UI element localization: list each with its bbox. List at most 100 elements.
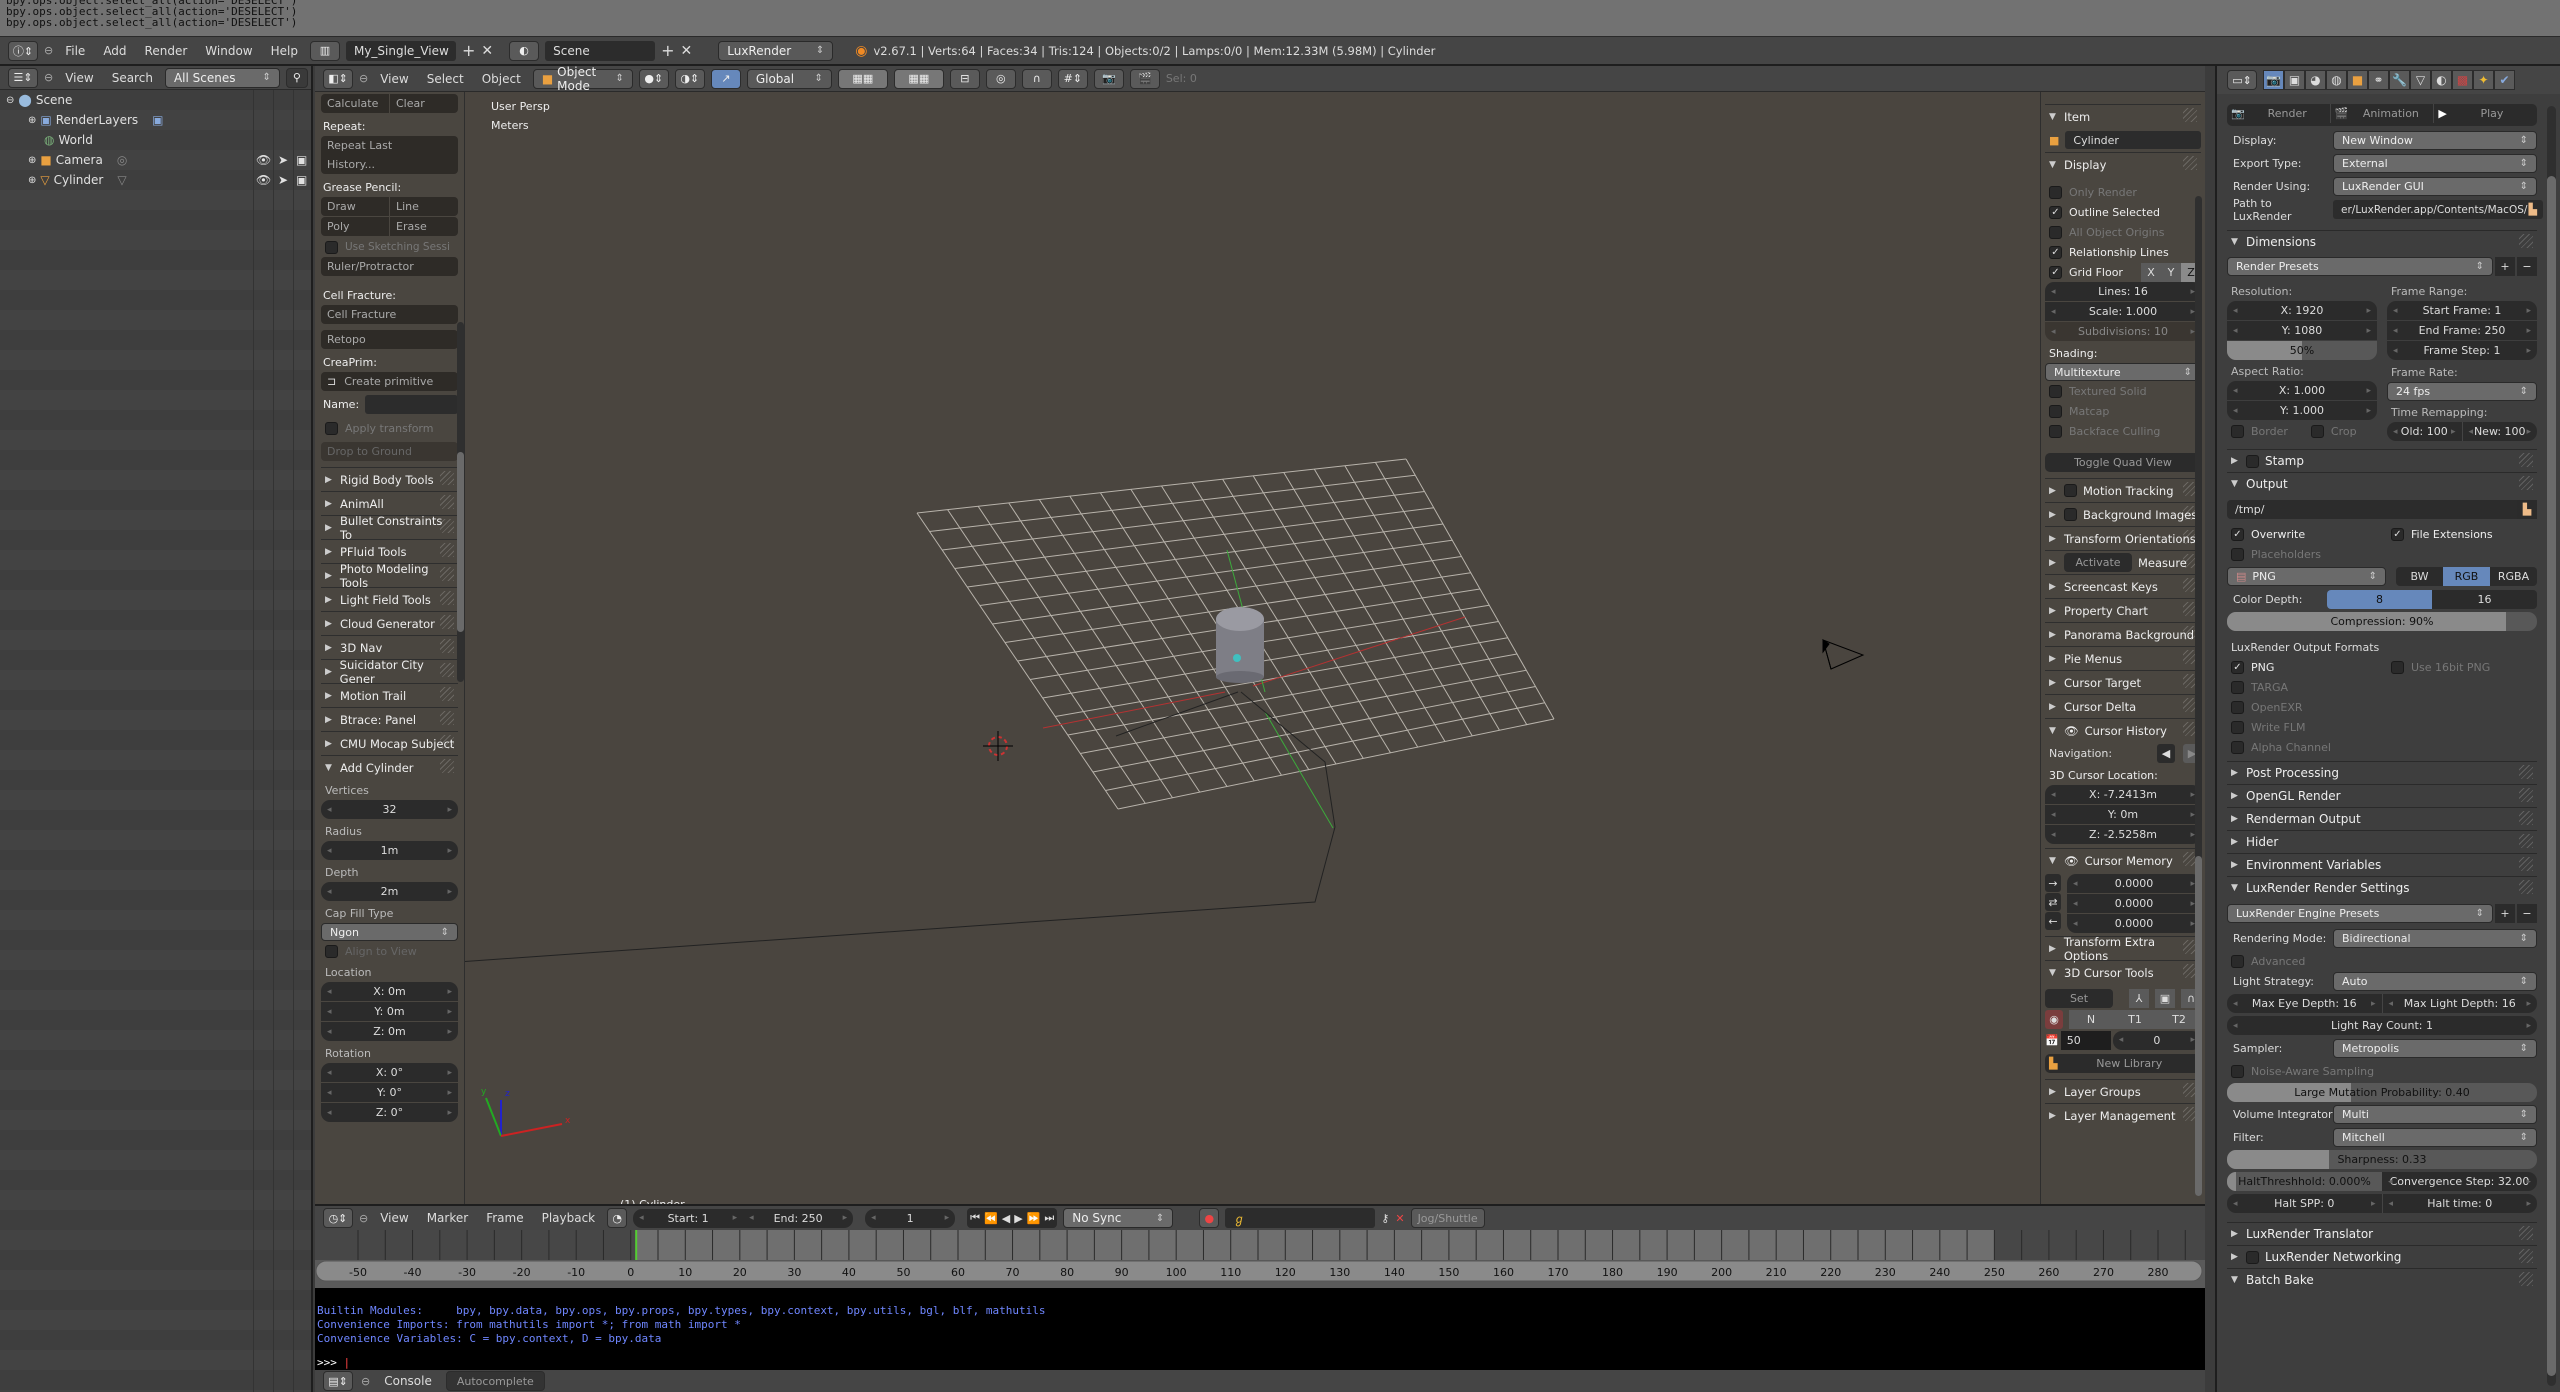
overwrite-checkbox[interactable]: Overwrite — [2227, 524, 2377, 544]
new-library-button[interactable]: ▙ New Library — [2045, 1054, 2201, 1073]
networking-checkbox[interactable] — [2246, 1250, 2259, 1264]
renderable-camera-icon[interactable]: ▣ — [296, 173, 307, 187]
depth-field[interactable]: 2m — [321, 882, 458, 901]
cell-fracture-button[interactable]: Cell Fracture — [321, 305, 458, 324]
mode-dropdown[interactable]: ■ Object Mode — [532, 65, 633, 93]
tool-panel-header[interactable]: ▶ AnimAll — [321, 491, 458, 515]
keying-set-field[interactable]: ℊ — [1225, 1208, 1376, 1228]
grid-scale-field[interactable]: Scale: 1.000 — [2045, 302, 2201, 321]
cap-fill-dropdown[interactable]: Ngon — [321, 923, 458, 941]
expand-icon[interactable]: ⊕ — [28, 115, 36, 126]
lux-format-checkbox[interactable]: TARGA — [2227, 677, 2537, 697]
lux-networking-panel-header[interactable]: ▶ LuxRender Networking — [2227, 1245, 2537, 1268]
properties-panel-header[interactable]: ▶ Hider — [2227, 830, 2537, 853]
3d-viewport[interactable]: ◧⇕ ⊖ View Select Object ■Object Mode ●⇕ … — [315, 65, 2205, 1211]
display-panel-header[interactable]: ▼ Display — [2045, 152, 2201, 176]
physics-tab-icon[interactable]: ✔ — [2494, 70, 2515, 90]
eye-toggle-icon[interactable]: ◉ — [2045, 1009, 2063, 1029]
resolution-y-field[interactable]: Y: 1080 — [2227, 321, 2377, 340]
outliner-item-world[interactable]: ◍ World — [0, 130, 311, 150]
time-old-field[interactable]: Old: 100 — [2387, 422, 2462, 441]
name-input[interactable] — [365, 395, 458, 414]
delete-screen-icon[interactable]: ✕ — [481, 43, 493, 59]
sidebar-panel-header[interactable]: ▶ Background Images — [2045, 502, 2201, 526]
bounds-icon[interactable]: ▣ — [2155, 988, 2175, 1008]
location-y-field[interactable]: Y: 0m — [321, 1002, 458, 1021]
collapse-menu-icon[interactable]: ⊖ — [44, 71, 53, 84]
file-extensions-checkbox[interactable]: File Extensions — [2387, 524, 2537, 544]
renderable-camera-icon[interactable]: ▣ — [296, 153, 307, 167]
filter-dropdown[interactable]: Mitchell — [2333, 1128, 2537, 1147]
display-option-checkbox[interactable]: All Object Origins — [2045, 222, 2201, 242]
tool-panel-header[interactable]: ▶ Btrace: Panel — [321, 707, 458, 731]
poly-button[interactable]: Poly — [321, 217, 389, 236]
cursor-history-panel-header[interactable]: ▼ 👁 Cursor History — [2045, 718, 2201, 742]
rotation-z-field[interactable]: Z: 0° — [321, 1103, 458, 1122]
halt-threshold-slider[interactable]: HaltThreshhold: 0.000% — [2227, 1172, 2382, 1191]
lux-format-checkbox[interactable]: Alpha Channel — [2227, 737, 2537, 757]
shading-dropdown[interactable]: Multitexture — [2045, 363, 2201, 381]
use-16bit-png-checkbox[interactable]: Use 16bit PNG — [2387, 657, 2537, 677]
t1-button[interactable]: T1 — [2113, 1009, 2157, 1029]
resolution-x-field[interactable]: X: 1920 — [2227, 301, 2377, 320]
item-panel-header[interactable]: ▼ Item — [2045, 104, 2201, 128]
axes-icon[interactable]: ⅄ — [2129, 988, 2149, 1008]
render-button[interactable]: 📷 Render — [2227, 104, 2330, 123]
panel-enable-checkbox[interactable] — [2064, 484, 2077, 497]
tool-panel-header[interactable]: ▶ PFluid Tools — [321, 539, 458, 563]
pivot-point-icon[interactable]: ◑⇕ — [674, 68, 705, 89]
sidebar-panel-header[interactable]: ▶ Layer Groups — [2045, 1079, 2201, 1103]
outliner-menu-search[interactable]: Search — [106, 71, 159, 85]
view3d-menu-object[interactable]: Object — [476, 72, 527, 86]
properties-panel-header[interactable]: ▶ Renderman Output — [2227, 807, 2537, 830]
noise-aware-checkbox[interactable]: Noise-Aware Sampling — [2227, 1061, 2537, 1081]
sidebar-panel-header[interactable]: ▶ Pie Menus — [2045, 646, 2201, 670]
checkbox[interactable] — [2231, 720, 2244, 734]
sampler-dropdown[interactable]: Metropolis — [2333, 1039, 2537, 1058]
clear-button[interactable]: Clear — [390, 94, 458, 113]
timeline-track[interactable] — [315, 1230, 2205, 1260]
display-option-checkbox[interactable]: Outline Selected — [2045, 202, 2201, 222]
tool-panel-header[interactable]: ▶ 3D Nav — [321, 635, 458, 659]
outliner-item-camera[interactable]: ⊕ ■ Camera ◎ 👁 ➤ ▣ — [0, 150, 311, 170]
insert-keyframe-icon[interactable]: ⚷ — [1381, 1212, 1389, 1225]
outliner-editor-icon[interactable]: ☰⇕ — [8, 67, 38, 88]
viewport-canvas[interactable]: z y x — [465, 92, 2040, 1204]
opengl-render-icon[interactable]: 📷 — [1093, 68, 1124, 89]
tool-panel-header[interactable]: ▶ Cloud Generator — [321, 611, 458, 635]
scene-icon[interactable]: ◐ — [509, 40, 540, 61]
sync-dropdown[interactable]: No Sync — [1063, 1208, 1174, 1228]
halt-time-field[interactable]: Halt time: 0 — [2381, 1194, 2537, 1213]
npanel-scrollbar[interactable] — [2195, 196, 2202, 1196]
swap-icon[interactable]: ⇄ — [2045, 893, 2061, 911]
render-engine-dropdown[interactable]: LuxRender — [718, 40, 834, 61]
checkbox[interactable] — [2049, 424, 2062, 438]
screen-layout-icon[interactable]: ▥ — [309, 40, 340, 61]
collapse-menu-icon[interactable]: ⊖ — [359, 1212, 368, 1225]
frame-step-field[interactable]: Frame Step: 1 — [2387, 341, 2537, 360]
color-depth-16-button[interactable]: 16 — [2432, 590, 2537, 609]
texture-tab-icon[interactable]: ▩ — [2452, 70, 2473, 90]
particles-tab-icon[interactable]: ✦ — [2473, 70, 2494, 90]
stamp-checkbox[interactable] — [2246, 454, 2259, 468]
toggle-quad-view-button[interactable]: Toggle Quad View — [2045, 453, 2201, 472]
checkbox[interactable] — [2049, 225, 2062, 239]
placeholders-checkbox[interactable]: Placeholders — [2227, 544, 2537, 564]
properties-editor-icon[interactable]: ▭⇕ — [2227, 70, 2257, 90]
line-button[interactable]: Line — [390, 197, 458, 216]
align-to-view-checkbox[interactable]: Align to View — [321, 941, 458, 961]
checkbox[interactable] — [2049, 404, 2062, 418]
large-mutation-slider[interactable]: Large Mutation Probability: 0.40 — [2227, 1083, 2537, 1102]
remove-preset-icon[interactable]: − — [2517, 257, 2537, 276]
create-primitive-button[interactable]: ⊐ Create primitive — [321, 372, 458, 391]
grid-lines-field[interactable]: Lines: 16 — [2045, 282, 2201, 301]
visibility-eye-icon[interactable]: 👁 — [256, 173, 271, 187]
tool-panel-header[interactable]: ▶ Rigid Body Tools — [321, 467, 458, 491]
render-using-dropdown[interactable]: LuxRender GUI — [2333, 177, 2537, 196]
constraints-tab-icon[interactable]: ⚭ — [2368, 70, 2389, 90]
lux-translator-panel-header[interactable]: ▶ LuxRender Translator — [2227, 1222, 2537, 1245]
halt-spp-field[interactable]: Halt SPP: 0 — [2227, 1194, 2382, 1213]
cursor-x-field[interactable]: X: -7.2413m — [2045, 785, 2201, 804]
jump-end-icon[interactable]: ⏭ — [1044, 1211, 1054, 1225]
tool-panel-header[interactable]: ▶ Motion Trail — [321, 683, 458, 707]
